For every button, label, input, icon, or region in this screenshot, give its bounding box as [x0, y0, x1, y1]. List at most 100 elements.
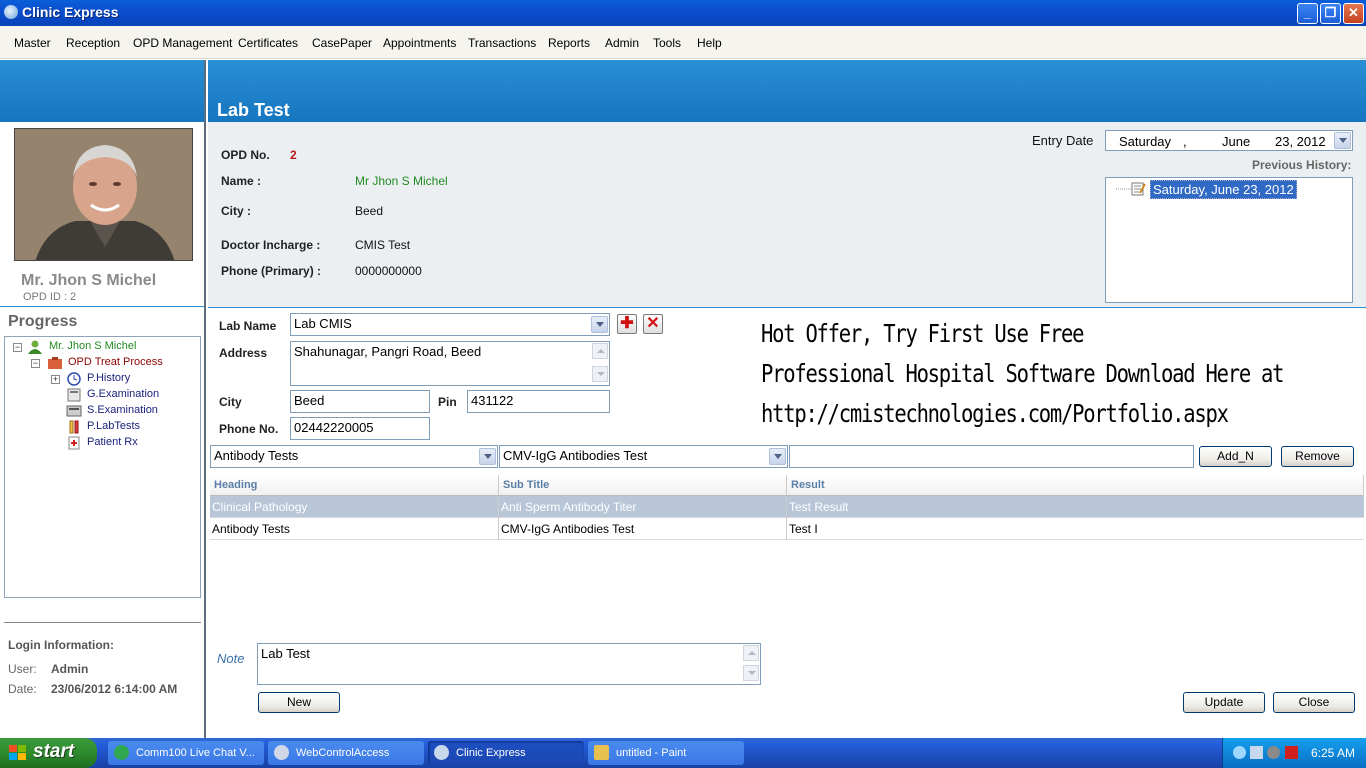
test-heading-select[interactable]: Antibody Tests	[210, 445, 498, 468]
notepad-icon	[1131, 181, 1146, 196]
table-row[interactable]: Clinical Pathology Anti Sperm Antibody T…	[210, 496, 1364, 518]
city-label: City :	[221, 204, 251, 218]
clock[interactable]: 6:25 AM	[1311, 746, 1355, 760]
entry-date-picker[interactable]: Saturday , June 23, 2012	[1105, 130, 1353, 151]
grid-cell-subtitle: CMV-IgG Antibodies Test	[501, 522, 635, 536]
login-date-label: Date:	[8, 682, 37, 696]
entry-date-date[interactable]: 23, 2012	[1275, 134, 1326, 149]
lab-phone-input[interactable]: 02442220005	[290, 417, 430, 440]
patient-photo	[14, 128, 193, 261]
address-textarea[interactable]: Shahunagar, Pangri Road, Beed	[290, 341, 610, 386]
new-button[interactable]: New	[258, 692, 340, 713]
network-icon[interactable]	[1233, 746, 1246, 759]
menu-help[interactable]: Help	[697, 36, 722, 50]
taskbar-item-paint[interactable]: untitled - Paint	[588, 741, 744, 765]
doctor-label: Doctor Incharge :	[221, 238, 321, 252]
progress-tree[interactable]: − Mr. Jhon S Michel − OPD Treat Process …	[4, 336, 201, 598]
tree-item-p-history[interactable]: P.History	[87, 372, 130, 384]
scroll-up-icon[interactable]	[743, 645, 759, 661]
lab-name-value: Lab CMIS	[294, 316, 352, 331]
test-subtitle-select[interactable]: CMV-IgG Antibodies Test	[499, 445, 788, 468]
grid-divider	[498, 518, 499, 540]
entry-date-month[interactable]: June	[1222, 134, 1250, 149]
collapse-icon[interactable]: −	[31, 359, 40, 368]
address-scrollbar[interactable]	[592, 343, 608, 382]
add-lab-button[interactable]: ✚	[617, 314, 637, 334]
patient-user-icon	[27, 340, 43, 354]
address-label: Address	[219, 346, 268, 360]
name-value: Mr Jhon S Michel	[355, 174, 448, 188]
menu-casepaper[interactable]: CasePaper	[312, 36, 372, 50]
tree-item-patient-rx[interactable]: Patient Rx	[87, 436, 138, 448]
minimize-button[interactable]: _	[1297, 3, 1318, 24]
address-value: Shahunagar, Pangri Road, Beed	[294, 344, 482, 359]
grid-cell-subtitle: Anti Sperm Antibody Titer	[501, 500, 637, 514]
taskbar-item-webcontrolaccess[interactable]: WebControlAccess	[268, 741, 424, 765]
phone-value: 0000000000	[355, 264, 422, 278]
delete-lab-button[interactable]: ✕	[643, 314, 663, 334]
test-tube-icon	[66, 420, 82, 434]
grid-header-result[interactable]: Result	[787, 475, 1364, 496]
menu-reports[interactable]: Reports	[548, 36, 590, 50]
add-test-button[interactable]: Add_N	[1199, 446, 1272, 467]
menu-opd-management[interactable]: OPD Management	[133, 36, 232, 50]
scroll-down-icon[interactable]	[592, 366, 608, 382]
menu-bar: Master Reception OPD Management Certific…	[0, 26, 1366, 59]
scroll-up-icon[interactable]	[592, 343, 608, 359]
scroll-down-icon[interactable]	[743, 665, 759, 681]
grid-cell-result: Test I	[789, 522, 818, 536]
taskbar-item-label: Clinic Express	[456, 747, 526, 759]
title-bar: Clinic Express _ ❐ ✕	[0, 0, 1366, 26]
remove-test-button[interactable]: Remove	[1281, 446, 1354, 467]
test-result-input[interactable]	[789, 445, 1194, 468]
start-button[interactable]: start	[0, 738, 97, 768]
tree-item-s-examination[interactable]: S.Examination	[87, 404, 158, 416]
patient-opd-id: OPD ID : 2	[23, 291, 77, 303]
menu-transactions[interactable]: Transactions	[468, 36, 536, 50]
chevron-down-icon[interactable]	[591, 316, 608, 333]
previous-history-tree[interactable]: Saturday, June 23, 2012	[1105, 177, 1353, 303]
collapse-icon[interactable]: −	[13, 343, 22, 352]
tree-item-g-examination[interactable]: G.Examination	[87, 388, 159, 400]
security-icon[interactable]	[1285, 746, 1298, 759]
grid-header-heading[interactable]: Heading	[210, 475, 499, 496]
test-heading-value: Antibody Tests	[214, 448, 299, 463]
taskbar-item-clinic-express[interactable]: Clinic Express	[428, 741, 584, 765]
menu-master[interactable]: Master	[14, 36, 51, 50]
menu-tools[interactable]: Tools	[653, 36, 681, 50]
chevron-down-icon[interactable]	[1334, 132, 1351, 149]
grid-header-subtitle[interactable]: Sub Title	[499, 475, 787, 496]
lab-name-select[interactable]: Lab CMIS	[290, 313, 610, 336]
note-textarea[interactable]: Lab Test	[257, 643, 761, 685]
note-scrollbar[interactable]	[743, 645, 759, 681]
clinic-app-icon	[434, 745, 449, 760]
web-app-icon	[274, 745, 289, 760]
menu-certificates[interactable]: Certificates	[238, 36, 298, 50]
chevron-down-icon[interactable]	[479, 448, 496, 465]
tree-item-opd-treat-process[interactable]: OPD Treat Process	[68, 356, 163, 368]
grid-cell-result: Test Result	[789, 500, 849, 514]
tree-item-p-labtests[interactable]: P.LabTests	[87, 420, 140, 432]
expand-icon[interactable]: +	[51, 375, 60, 384]
history-item[interactable]: Saturday, June 23, 2012	[1150, 180, 1297, 199]
lab-name-label: Lab Name	[219, 319, 277, 333]
taskbar-item-comm100[interactable]: Comm100 Live Chat V...	[108, 741, 264, 765]
keyboard-icon	[66, 404, 82, 418]
pin-input[interactable]: 431122	[467, 390, 610, 413]
table-row[interactable]: Antibody Tests CMV-IgG Antibodies Test T…	[210, 518, 1364, 540]
close-window-button[interactable]: ✕	[1343, 3, 1364, 24]
process-box-icon	[47, 356, 63, 370]
tree-item-patient[interactable]: Mr. Jhon S Michel	[49, 340, 136, 352]
menu-reception[interactable]: Reception	[66, 36, 120, 50]
lab-city-input[interactable]: Beed	[290, 390, 430, 413]
doctor-value: CMIS Test	[355, 238, 411, 252]
menu-admin[interactable]: Admin	[605, 36, 639, 50]
volume-icon[interactable]	[1267, 746, 1280, 759]
close-button[interactable]: Close	[1273, 692, 1355, 713]
update-button[interactable]: Update	[1183, 692, 1265, 713]
chevron-down-icon[interactable]	[769, 448, 786, 465]
menu-appointments[interactable]: Appointments	[383, 36, 456, 50]
entry-date-day[interactable]: Saturday	[1119, 134, 1171, 149]
display-icon[interactable]	[1250, 746, 1263, 759]
restore-button[interactable]: ❐	[1320, 3, 1341, 24]
